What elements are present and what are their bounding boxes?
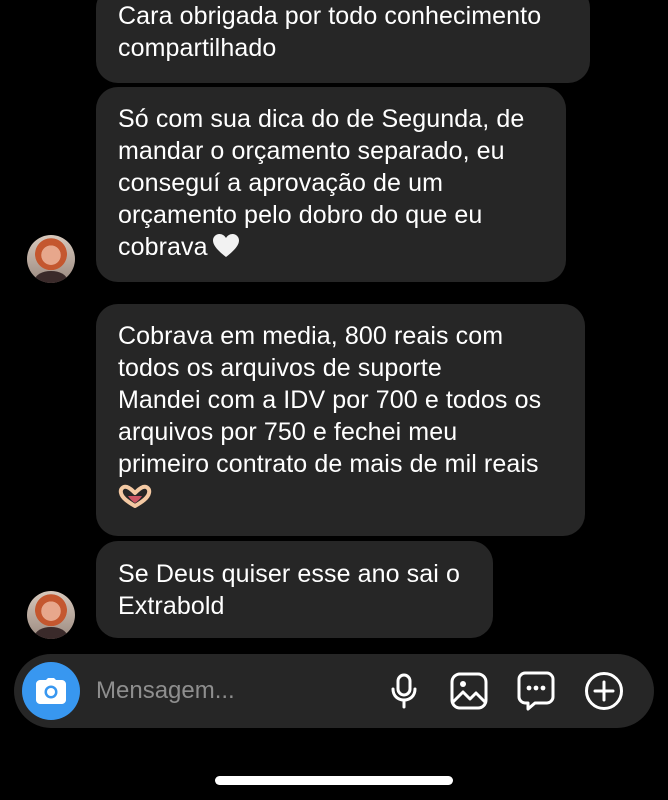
microphone-button[interactable] [384,671,424,711]
microphone-icon [391,673,417,709]
gallery-button[interactable] [449,671,489,711]
message-bubble[interactable]: Se Deus quiser esse ano sai o Extrabold [96,541,493,638]
sticker-chat-button[interactable] [516,671,556,711]
message-line: compartilhado [118,34,277,62]
home-indicator[interactable] [215,776,453,785]
message-line: mandar o orçamento separado, eu [118,137,505,165]
message-bubble[interactable]: Só com sua dica do de Segunda, de mandar… [96,87,566,282]
gallery-icon [450,672,488,710]
camera-icon [36,678,66,704]
white-heart-icon [212,234,239,257]
message-input[interactable]: Mensagem... [96,676,235,706]
avatar[interactable] [27,235,75,283]
message-line: Mandei com a IDV por 700 e todos os [118,386,542,414]
sticker-chat-icon [517,671,555,711]
avatar[interactable] [27,591,75,639]
message-line: Só com sua dica do de Segunda, de [118,105,525,133]
message-line: primeiro contrato de mais de mil reais [118,450,539,478]
message-composer[interactable]: Mensagem... [14,654,654,728]
message-line: todos os arquivos de suporte [118,354,442,382]
message-bubble[interactable]: Cara obrigada por todo conhecimento comp… [96,0,590,83]
message-line: Cara obrigada por todo conhecimento [118,2,542,30]
message-line: cobrava [118,233,208,261]
camera-button[interactable] [22,662,80,720]
add-button[interactable] [584,671,624,711]
plus-circle-icon [585,672,623,710]
message-line: Extrabold [118,592,225,620]
message-line: Se Deus quiser esse ano sai o [118,560,460,588]
message-line: conseguí a aprovação de um [118,169,444,197]
message-line: orçamento pelo dobro do que eu [118,201,483,229]
message-line: arquivos por 750 e fechei meu [118,418,458,446]
message-line: Cobrava em media, 800 reais com [118,322,504,350]
heart-hands-icon [118,484,152,508]
message-bubble[interactable]: Cobrava em media, 800 reais com todos os… [96,304,585,536]
